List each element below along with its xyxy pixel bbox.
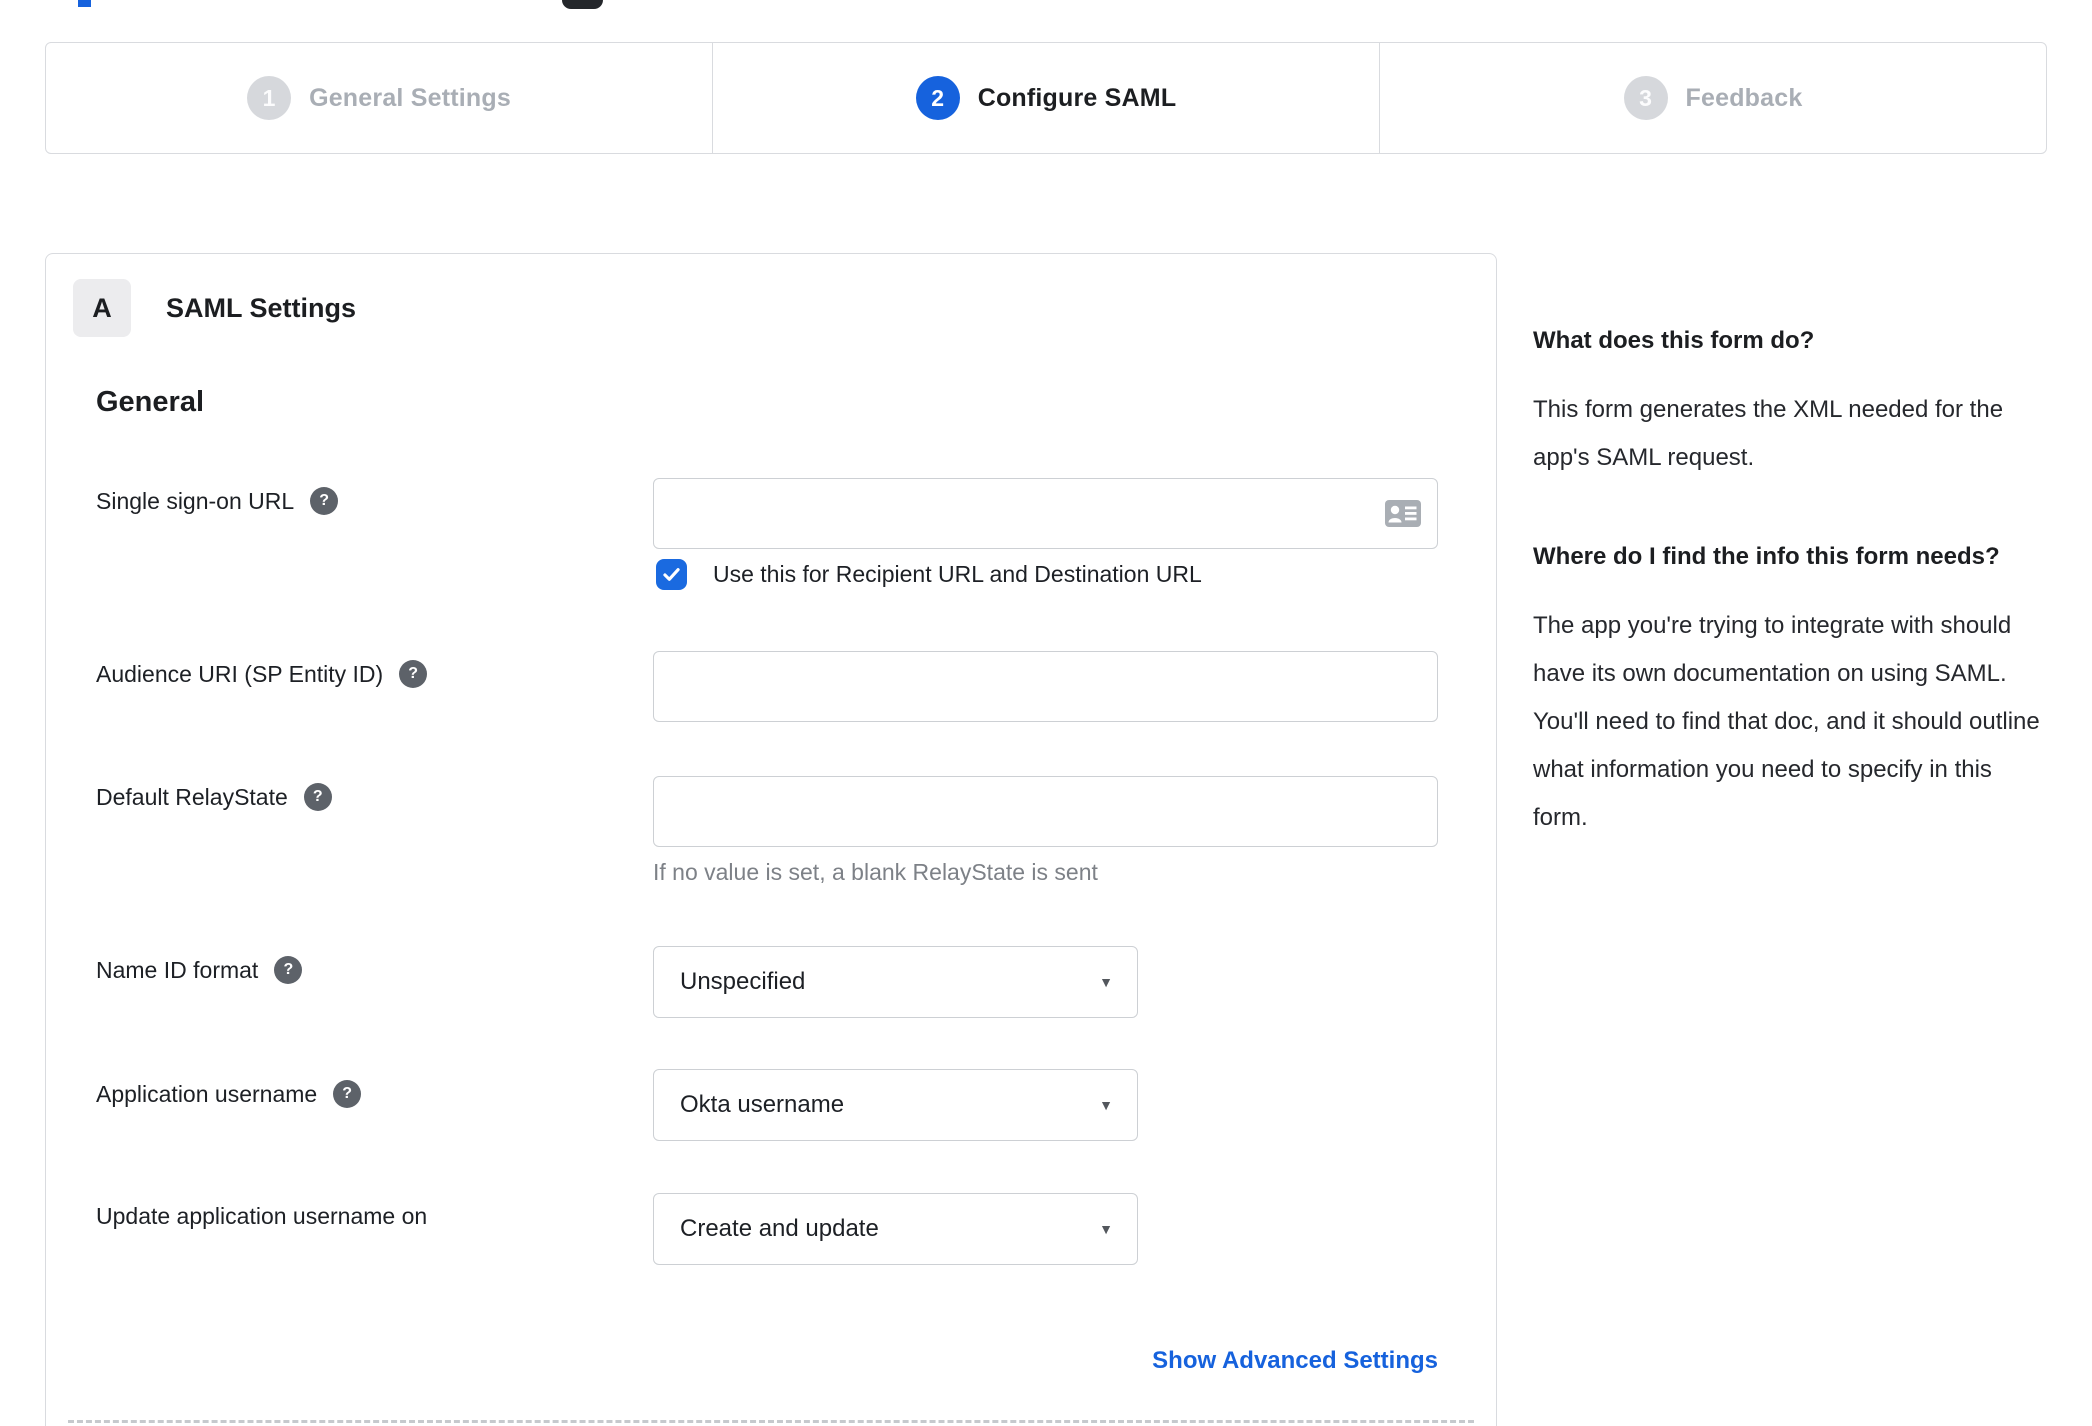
audience-uri-label: Audience URI (SP Entity ID) ? [96,660,428,688]
saml-setup-page: 1 General Settings 2 Configure SAML 3 Fe… [0,0,2092,1426]
section-a-badge: A [73,279,131,337]
help-body: This form generates the XML needed for t… [1533,396,2004,471]
update-username-on-label: Update application username on [96,1203,427,1230]
application-username-label-text: Application username [96,1080,318,1107]
select-value: Create and update [680,1215,879,1242]
chevron-down-icon: ▼ [1099,1221,1113,1237]
sso-url-input[interactable] [653,478,1438,549]
select-value: Okta username [680,1091,845,1118]
step-number-badge: 2 [915,76,960,120]
select-value: Unspecified [680,968,806,995]
update-username-on-label-text: Update application username on [96,1203,428,1229]
recipient-url-checkbox-row: Use this for Recipient URL and Destinati… [656,559,1202,590]
help-heading: Where do I find the info this form needs… [1533,543,2000,570]
help-block-where: Where do I find the info this form needs… [1533,534,2049,842]
show-advanced-settings-link[interactable]: Show Advanced Settings [653,1347,1438,1375]
step-label: Feedback [1685,83,1803,112]
recipient-url-checkbox-label: Use this for Recipient URL and Destinati… [713,561,1202,587]
help-icon[interactable]: ? [399,660,428,688]
audience-uri-label-text: Audience URI (SP Entity ID) [96,660,384,687]
cropped-header-fragment-dark [562,0,603,9]
application-username-label: Application username ? [96,1080,362,1108]
cropped-header-fragment-blue [78,0,91,7]
step-label: Configure SAML [977,83,1177,112]
chevron-down-icon: ▼ [1099,1097,1113,1113]
step-general-settings[interactable]: 1 General Settings [46,43,713,153]
name-id-format-label-text: Name ID format [96,956,259,983]
general-group-heading: General [96,386,204,418]
update-username-on-select[interactable]: Create and update ▼ [653,1193,1138,1265]
section-dashed-divider [68,1420,1474,1423]
name-id-format-select[interactable]: Unspecified ▼ [653,946,1138,1018]
step-number-badge: 1 [247,76,292,120]
step-configure-saml[interactable]: 2 Configure SAML [713,43,1380,153]
help-heading: What does this form do? [1533,327,1815,354]
autofill-contact-icon[interactable] [1384,499,1422,528]
saml-settings-panel: A SAML Settings General Single sign-on U… [45,253,1497,1426]
section-title: SAML Settings [166,292,357,323]
relaystate-hint: If no value is set, a blank RelayState i… [653,859,1098,885]
help-block-what: What does this form do? This form genera… [1533,318,2049,482]
recipient-url-checkbox[interactable] [656,559,687,590]
sso-url-label: Single sign-on URL ? [96,487,339,515]
help-icon[interactable]: ? [303,783,332,811]
audience-uri-input[interactable] [653,651,1438,722]
application-username-select[interactable]: Okta username ▼ [653,1069,1138,1141]
step-feedback[interactable]: 3 Feedback [1380,43,2046,153]
help-icon[interactable]: ? [274,956,303,984]
sso-url-label-text: Single sign-on URL [96,487,295,514]
step-number-badge: 3 [1623,76,1668,120]
step-label: General Settings [309,83,511,112]
relaystate-label-text: Default RelayState [96,783,288,810]
checkmark-icon [663,568,680,581]
relaystate-label: Default RelayState ? [96,783,332,811]
chevron-down-icon: ▼ [1099,974,1113,990]
name-id-format-label: Name ID format ? [96,956,303,984]
relaystate-input[interactable] [653,776,1438,847]
wizard-stepper: 1 General Settings 2 Configure SAML 3 Fe… [45,42,2047,154]
help-icon[interactable]: ? [333,1080,362,1108]
help-body: The app you're trying to integrate with … [1533,612,2040,831]
sso-url-input-wrap [653,478,1438,549]
help-sidebar: What does this form do? This form genera… [1533,318,2049,842]
help-icon[interactable]: ? [310,487,339,515]
